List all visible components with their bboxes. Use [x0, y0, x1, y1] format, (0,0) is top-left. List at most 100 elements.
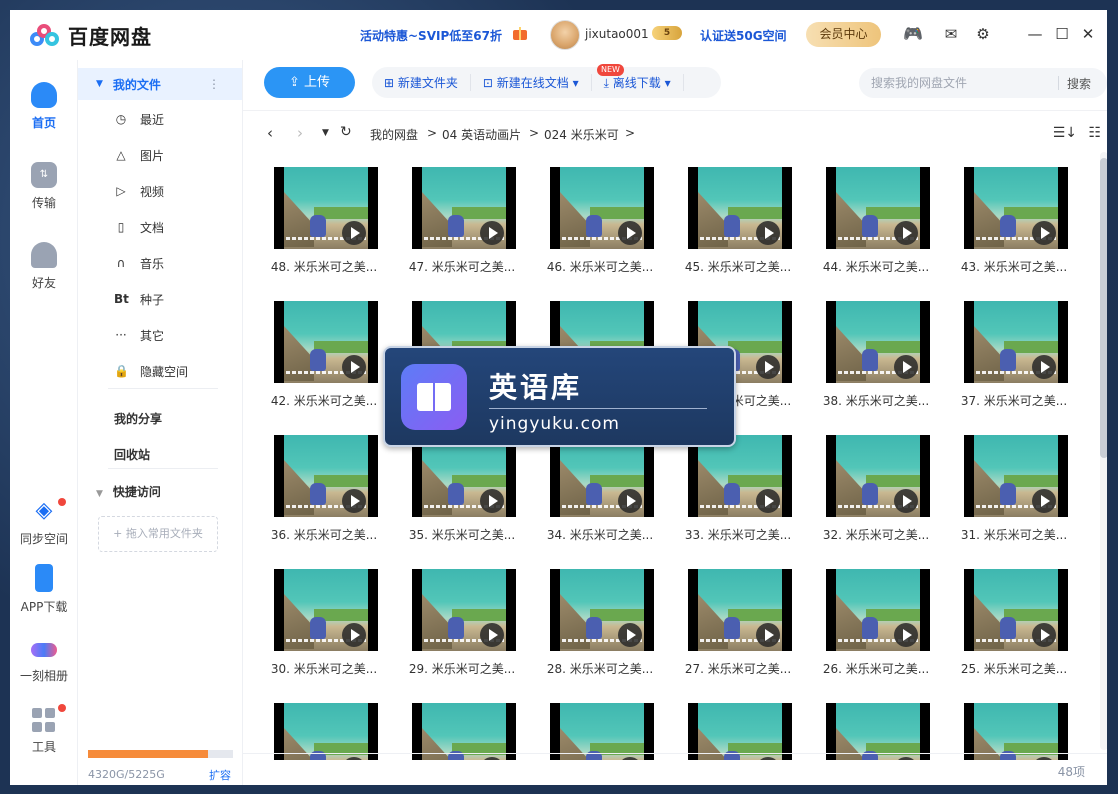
game-icon[interactable]: 🎮	[903, 25, 923, 43]
avatar[interactable]	[550, 20, 580, 50]
video-thumbnail[interactable]	[412, 569, 516, 651]
file-card[interactable]: 37. 米乐米可之美...	[954, 301, 1074, 421]
video-thumbnail[interactable]	[688, 569, 792, 651]
file-name[interactable]: 31. 米乐米可之美...	[954, 526, 1074, 543]
play-icon[interactable]	[894, 221, 918, 245]
play-icon[interactable]	[480, 623, 504, 647]
video-thumbnail[interactable]	[550, 703, 654, 760]
nav-tools[interactable]: 工具	[10, 704, 78, 755]
file-card[interactable]: 46. 米乐米可之美...	[540, 167, 660, 287]
file-name[interactable]: 48. 米乐米可之美...	[264, 258, 384, 275]
app-logo[interactable]: 百度网盘	[28, 21, 152, 50]
play-icon[interactable]	[1032, 355, 1056, 379]
certification-link[interactable]: 认证送50G空间	[700, 27, 787, 44]
file-card[interactable]: 26. 米乐米可之美...	[816, 569, 936, 689]
username[interactable]: jixutao001	[585, 27, 649, 41]
new-folder-button[interactable]: ⊞ 新建文件夹	[372, 74, 471, 91]
tree-item-hidden-space[interactable]: 🔒 隐藏空间	[114, 361, 188, 381]
search-button[interactable]: 搜索	[1067, 75, 1091, 92]
file-card[interactable]: 27. 米乐米可之美...	[678, 569, 798, 689]
file-name[interactable]: 33. 米乐米可之美...	[678, 526, 798, 543]
more-vertical-icon[interactable]: ⋮	[208, 77, 220, 91]
video-thumbnail[interactable]	[826, 167, 930, 249]
file-card[interactable]: 30. 米乐米可之美...	[264, 569, 384, 689]
video-thumbnail[interactable]	[274, 703, 378, 760]
tree-item-images[interactable]: △ 图片	[114, 145, 164, 165]
video-thumbnail[interactable]	[550, 167, 654, 249]
file-card[interactable]	[540, 703, 660, 760]
file-card[interactable]: 28. 米乐米可之美...	[540, 569, 660, 689]
add-quick-folder[interactable]: + 拖入常用文件夹	[98, 516, 218, 552]
forward-arrow-icon[interactable]: ›	[297, 124, 303, 142]
video-thumbnail[interactable]	[826, 435, 930, 517]
play-icon[interactable]	[342, 221, 366, 245]
file-card[interactable]: 43. 米乐米可之美...	[954, 167, 1074, 287]
nav-home[interactable]: 首页	[10, 82, 78, 131]
play-icon[interactable]	[618, 221, 642, 245]
file-card[interactable]	[816, 703, 936, 760]
breadcrumb-item[interactable]: 04 英语动画片	[442, 126, 521, 143]
list-view-icon[interactable]: ☷	[1088, 125, 1101, 141]
play-icon[interactable]	[480, 221, 504, 245]
file-name[interactable]: 25. 米乐米可之美...	[954, 660, 1074, 677]
play-icon[interactable]	[894, 623, 918, 647]
video-thumbnail[interactable]	[274, 569, 378, 651]
tree-my-share[interactable]: 我的分享	[114, 410, 162, 427]
file-card[interactable]: 38. 米乐米可之美...	[816, 301, 936, 421]
play-icon[interactable]	[480, 489, 504, 513]
file-card[interactable]: 25. 米乐米可之美...	[954, 569, 1074, 689]
file-name[interactable]: 35. 米乐米可之美...	[402, 526, 522, 543]
member-center-button[interactable]: 会员中心	[806, 22, 881, 47]
video-thumbnail[interactable]	[274, 435, 378, 517]
video-thumbnail[interactable]	[412, 167, 516, 249]
video-thumbnail[interactable]	[688, 167, 792, 249]
nav-transfer[interactable]: ⇅ 传输	[10, 162, 78, 211]
file-name[interactable]: 37. 米乐米可之美...	[954, 392, 1074, 409]
video-thumbnail[interactable]	[826, 301, 930, 383]
play-icon[interactable]	[1032, 489, 1056, 513]
close-icon[interactable]: ✕	[1079, 25, 1097, 43]
video-thumbnail[interactable]	[550, 435, 654, 517]
search-input[interactable]	[871, 68, 1056, 98]
file-name[interactable]: 36. 米乐米可之美...	[264, 526, 384, 543]
video-thumbnail[interactable]	[826, 703, 930, 760]
file-card[interactable]: 33. 米乐米可之美...	[678, 435, 798, 555]
settings-icon[interactable]: ⚙	[974, 25, 992, 43]
file-name[interactable]: 28. 米乐米可之美...	[540, 660, 660, 677]
minimize-icon[interactable]: —	[1026, 25, 1044, 43]
play-icon[interactable]	[894, 355, 918, 379]
nav-sync[interactable]: ◈ 同步空间	[10, 498, 78, 547]
play-icon[interactable]	[756, 355, 780, 379]
file-card[interactable]	[678, 703, 798, 760]
file-name[interactable]: 42. 米乐米可之美...	[264, 392, 384, 409]
nav-friends[interactable]: 好友	[10, 242, 78, 291]
file-name[interactable]: 43. 米乐米可之美...	[954, 258, 1074, 275]
breadcrumb-item[interactable]: 024 米乐米可	[544, 126, 619, 143]
mail-icon[interactable]: ✉	[942, 25, 960, 43]
file-card[interactable]: 29. 米乐米可之美...	[402, 569, 522, 689]
file-name[interactable]: 46. 米乐米可之美...	[540, 258, 660, 275]
play-icon[interactable]	[342, 623, 366, 647]
file-card[interactable]	[954, 703, 1074, 760]
sort-icon[interactable]: ☰↓	[1053, 125, 1077, 141]
tree-item-torrents[interactable]: Bt 种子	[114, 289, 164, 309]
video-thumbnail[interactable]	[412, 703, 516, 760]
video-thumbnail[interactable]	[964, 703, 1068, 760]
history-dropdown-icon[interactable]: ▼	[322, 128, 329, 138]
file-card[interactable]: 48. 米乐米可之美...	[264, 167, 384, 287]
file-card[interactable]: 32. 米乐米可之美...	[816, 435, 936, 555]
maximize-icon[interactable]: ☐	[1053, 25, 1071, 43]
file-name[interactable]: 29. 米乐米可之美...	[402, 660, 522, 677]
file-card[interactable]	[264, 703, 384, 760]
tree-recycle-bin[interactable]: 回收站	[114, 446, 150, 463]
tree-item-videos[interactable]: ▷ 视频	[114, 181, 164, 201]
video-thumbnail[interactable]	[964, 301, 1068, 383]
video-thumbnail[interactable]	[688, 435, 792, 517]
video-thumbnail[interactable]	[412, 435, 516, 517]
expand-storage-link[interactable]: 扩容	[209, 767, 231, 783]
file-card[interactable]: 47. 米乐米可之美...	[402, 167, 522, 287]
play-icon[interactable]	[618, 489, 642, 513]
video-thumbnail[interactable]	[688, 703, 792, 760]
new-online-doc-button[interactable]: ⊡ 新建在线文档 ▾	[471, 74, 592, 91]
file-card[interactable]: 42. 米乐米可之美...	[264, 301, 384, 421]
